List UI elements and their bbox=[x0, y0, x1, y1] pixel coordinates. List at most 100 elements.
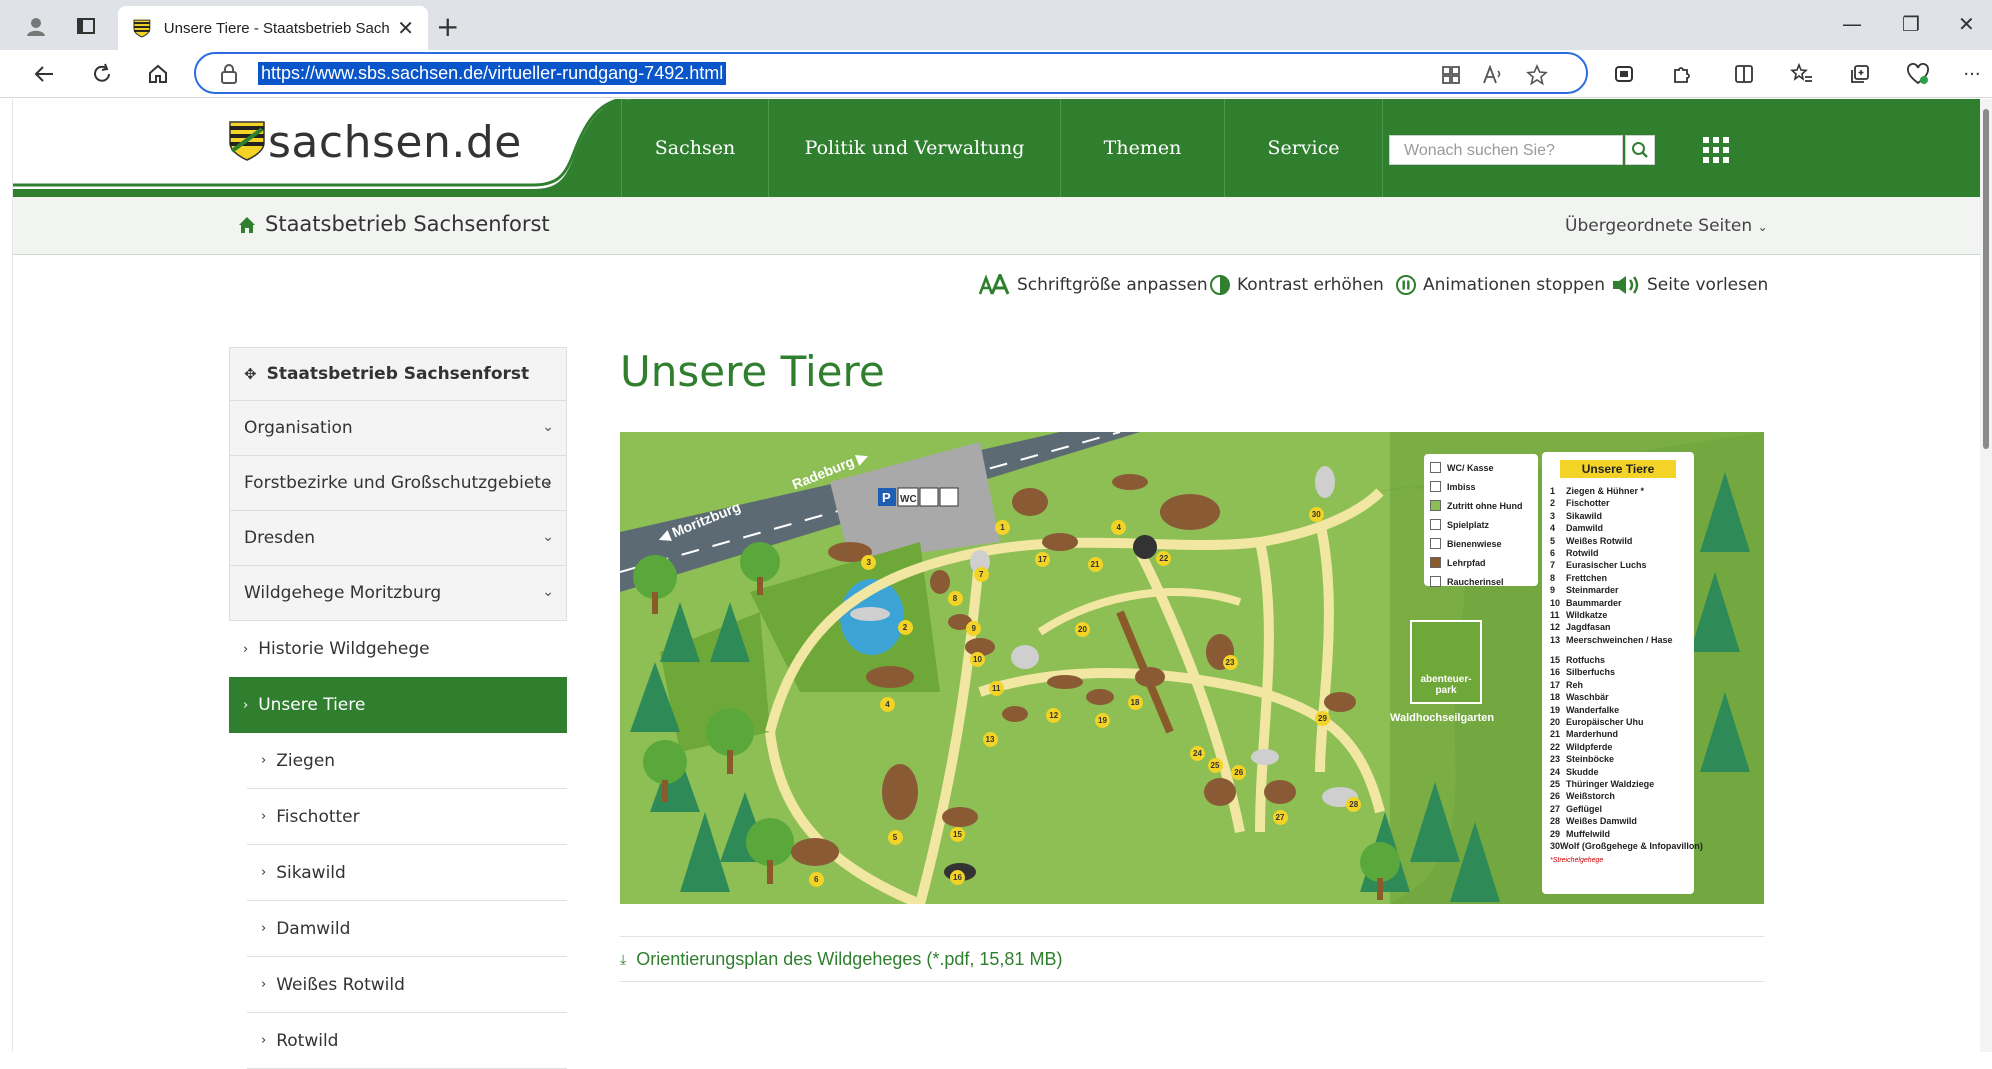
split-screen-icon[interactable] bbox=[1730, 60, 1758, 88]
contrast-tool[interactable]: Kontrast erhöhen bbox=[1209, 274, 1384, 296]
browser-health-icon[interactable] bbox=[1904, 60, 1932, 88]
sidebar-item-unsere-tiere[interactable]: › Unsere Tiere bbox=[229, 677, 567, 733]
legend-animal-row: 22 Wildpferde bbox=[1550, 742, 1686, 754]
favorite-star-icon[interactable] bbox=[1526, 64, 1548, 86]
parent-pages-dropdown[interactable]: Übergeordnete Seiten ⌄ bbox=[1565, 216, 1768, 236]
legend-swatch bbox=[1430, 557, 1441, 568]
sidebar-item-fischotter[interactable]: › Fischotter bbox=[247, 789, 567, 845]
chevron-down-icon: ⌄ bbox=[542, 474, 554, 490]
nav-item-service[interactable]: Service bbox=[1225, 99, 1383, 197]
map-marker-number: 17 bbox=[1035, 552, 1050, 567]
profile-icon[interactable] bbox=[22, 12, 50, 40]
sidebar-item-label: Forstbezirke und Großschutzgebiete bbox=[244, 473, 552, 493]
legend-animal-name: Europäischer Uhu bbox=[1566, 717, 1644, 728]
favorites-icon[interactable] bbox=[1788, 60, 1816, 88]
legend-animal-number: 26 bbox=[1550, 791, 1561, 802]
map-marker-number: 10 bbox=[970, 652, 985, 667]
sidebar-navigation: ✥ Staatsbetrieb Sachsenforst Organisatio… bbox=[229, 347, 567, 1069]
sidebar-item-sikawild[interactable]: › Sikawild bbox=[247, 845, 567, 901]
organization-name[interactable]: Staatsbetrieb Sachsenforst bbox=[265, 212, 550, 236]
collections-icon[interactable] bbox=[1846, 60, 1874, 88]
legend-animal-name: Weißes Damwild bbox=[1566, 816, 1637, 827]
map-marker-number: 2 bbox=[897, 619, 913, 635]
map-marker-number: 4 bbox=[880, 697, 895, 712]
nav-item-politik[interactable]: Politik und Verwaltung bbox=[769, 99, 1061, 197]
legend-animal-name: Steinböcke bbox=[1566, 754, 1615, 765]
more-menu-button[interactable]: ··· bbox=[1958, 60, 1986, 88]
sidebar-item-label: Historie Wildgehege bbox=[258, 639, 430, 659]
minimize-button[interactable]: — bbox=[1842, 12, 1862, 36]
legend-animal-number: 23 bbox=[1550, 754, 1561, 765]
legend-label: WC/ Kasse bbox=[1447, 462, 1494, 473]
sidebar-item-dresden[interactable]: Dresden ⌄ bbox=[229, 511, 567, 566]
sidebar-item-wildgehege[interactable]: Wildgehege Moritzburg ⌄ bbox=[229, 566, 567, 621]
sidebar-item-forstbezirke[interactable]: Forstbezirke und Großschutzgebiete ⌄ bbox=[229, 456, 567, 511]
legend-animal-name: Marderhund bbox=[1566, 729, 1619, 740]
sidebar-item-label: Damwild bbox=[276, 918, 351, 939]
maximize-button[interactable]: ❐ bbox=[1902, 12, 1920, 36]
saxony-favicon-icon bbox=[133, 19, 151, 38]
pdf-download-link[interactable]: ⤓ Orientierungsplan des Wildgeheges (*.p… bbox=[620, 936, 1764, 982]
legend-animal-name: Silberfuchs bbox=[1566, 667, 1616, 678]
legend-animal-row: 13 Meerschweinchen / Hase bbox=[1550, 635, 1686, 647]
nav-item-sachsen[interactable]: Sachsen bbox=[621, 99, 769, 197]
legend-animal-row: 3 Sikawild bbox=[1550, 511, 1686, 523]
back-icon[interactable] bbox=[30, 60, 58, 88]
new-tab-button[interactable]: + bbox=[436, 10, 459, 43]
sidebar-head[interactable]: ✥ Staatsbetrieb Sachsenforst bbox=[229, 347, 567, 401]
legend-animal-name: Baummarder bbox=[1566, 597, 1622, 608]
apps-grid-button[interactable] bbox=[1703, 137, 1729, 167]
app-available-icon[interactable] bbox=[1440, 64, 1462, 86]
legend-note: *Streichelgehege bbox=[1550, 857, 1604, 865]
active-tab[interactable]: Unsere Tiere - Staatsbetrieb Sachs ✕ bbox=[118, 6, 428, 50]
read-aloud-label: Seite vorlesen bbox=[1647, 275, 1769, 295]
search-button[interactable] bbox=[1625, 135, 1655, 165]
site-logo-text[interactable]: sachsen.de bbox=[268, 117, 522, 168]
read-aloud-icon[interactable] bbox=[1482, 64, 1504, 86]
lock-icon[interactable] bbox=[220, 64, 238, 84]
sidebar-item-damwild[interactable]: › Damwild bbox=[247, 901, 567, 957]
legend-animal-name: Meerschweinchen / Hase bbox=[1566, 634, 1673, 645]
legend-animal-number: 4 bbox=[1550, 523, 1556, 534]
legend-animal-number: 7 bbox=[1550, 560, 1556, 571]
extensions-puzzle-icon[interactable] bbox=[1668, 60, 1696, 88]
home-icon[interactable] bbox=[144, 60, 172, 88]
map-marker-number: 30 bbox=[1308, 507, 1324, 522]
map-marker-number: 11 bbox=[988, 680, 1004, 696]
search-input[interactable]: Wonach suchen Sie? bbox=[1389, 135, 1623, 165]
parent-pages-label: Übergeordnete Seiten bbox=[1565, 216, 1753, 236]
extension-icon[interactable] bbox=[1610, 60, 1638, 88]
legend-animal-number: 24 bbox=[1550, 766, 1561, 777]
sidebar-item-rotwild[interactable]: › Rotwild bbox=[247, 1013, 567, 1069]
legend-animal-row: 27 Geflügel bbox=[1550, 804, 1686, 816]
legend-animal-number: 6 bbox=[1550, 547, 1556, 558]
legend-animal-row: 17 Reh bbox=[1550, 680, 1686, 692]
chevron-right-icon: › bbox=[261, 753, 267, 768]
legend-row: Raucherinsel bbox=[1430, 572, 1532, 591]
read-aloud-tool[interactable]: Seite vorlesen bbox=[1611, 274, 1768, 296]
nav-item-themen[interactable]: Themen bbox=[1061, 99, 1225, 197]
legend-animal-row: 25 Thüringer Waldziege bbox=[1550, 779, 1686, 791]
close-tab-icon[interactable]: ✕ bbox=[397, 16, 414, 40]
organization-bar: Staatsbetrieb Sachsenforst Übergeordnete… bbox=[13, 197, 1981, 255]
sidebar-item-weisses-rotwild[interactable]: › Weißes Rotwild bbox=[247, 957, 567, 1013]
home-icon[interactable] bbox=[237, 215, 257, 235]
page-scrollbar[interactable] bbox=[1980, 99, 1992, 1052]
sidebar-item-historie[interactable]: › Historie Wildgehege bbox=[229, 621, 567, 677]
sidebar-item-ziegen[interactable]: › Ziegen bbox=[247, 733, 567, 789]
close-window-button[interactable]: ✕ bbox=[1958, 12, 1975, 36]
sidebar-item-organisation[interactable]: Organisation ⌄ bbox=[229, 401, 567, 456]
reload-icon[interactable] bbox=[88, 60, 116, 88]
sidebar-item-label: Weißes Rotwild bbox=[276, 974, 405, 995]
map-marker-number: 7 bbox=[973, 567, 989, 582]
tab-actions-icon[interactable] bbox=[72, 12, 100, 40]
url-bar[interactable]: https://www.sbs.sachsen.de/virtueller-ru… bbox=[194, 52, 1588, 94]
scrollbar-thumb[interactable] bbox=[1983, 109, 1989, 449]
url-text[interactable]: https://www.sbs.sachsen.de/virtueller-ru… bbox=[258, 62, 727, 85]
animals-legend: Unsere Tiere 1 Ziegen & Hühner * 2 Fischott… bbox=[1542, 452, 1703, 894]
legend-animal-number: 28 bbox=[1550, 816, 1561, 827]
park-map-image[interactable]: P WC ◀ Moritzburg Radeburg ▶ WC/ Kasse I… bbox=[620, 432, 1764, 904]
map-marker-number: 29 bbox=[1315, 710, 1330, 726]
font-size-tool[interactable]: Schriftgröße anpassen bbox=[979, 274, 1208, 296]
animations-tool[interactable]: Animationen stoppen bbox=[1395, 274, 1605, 296]
